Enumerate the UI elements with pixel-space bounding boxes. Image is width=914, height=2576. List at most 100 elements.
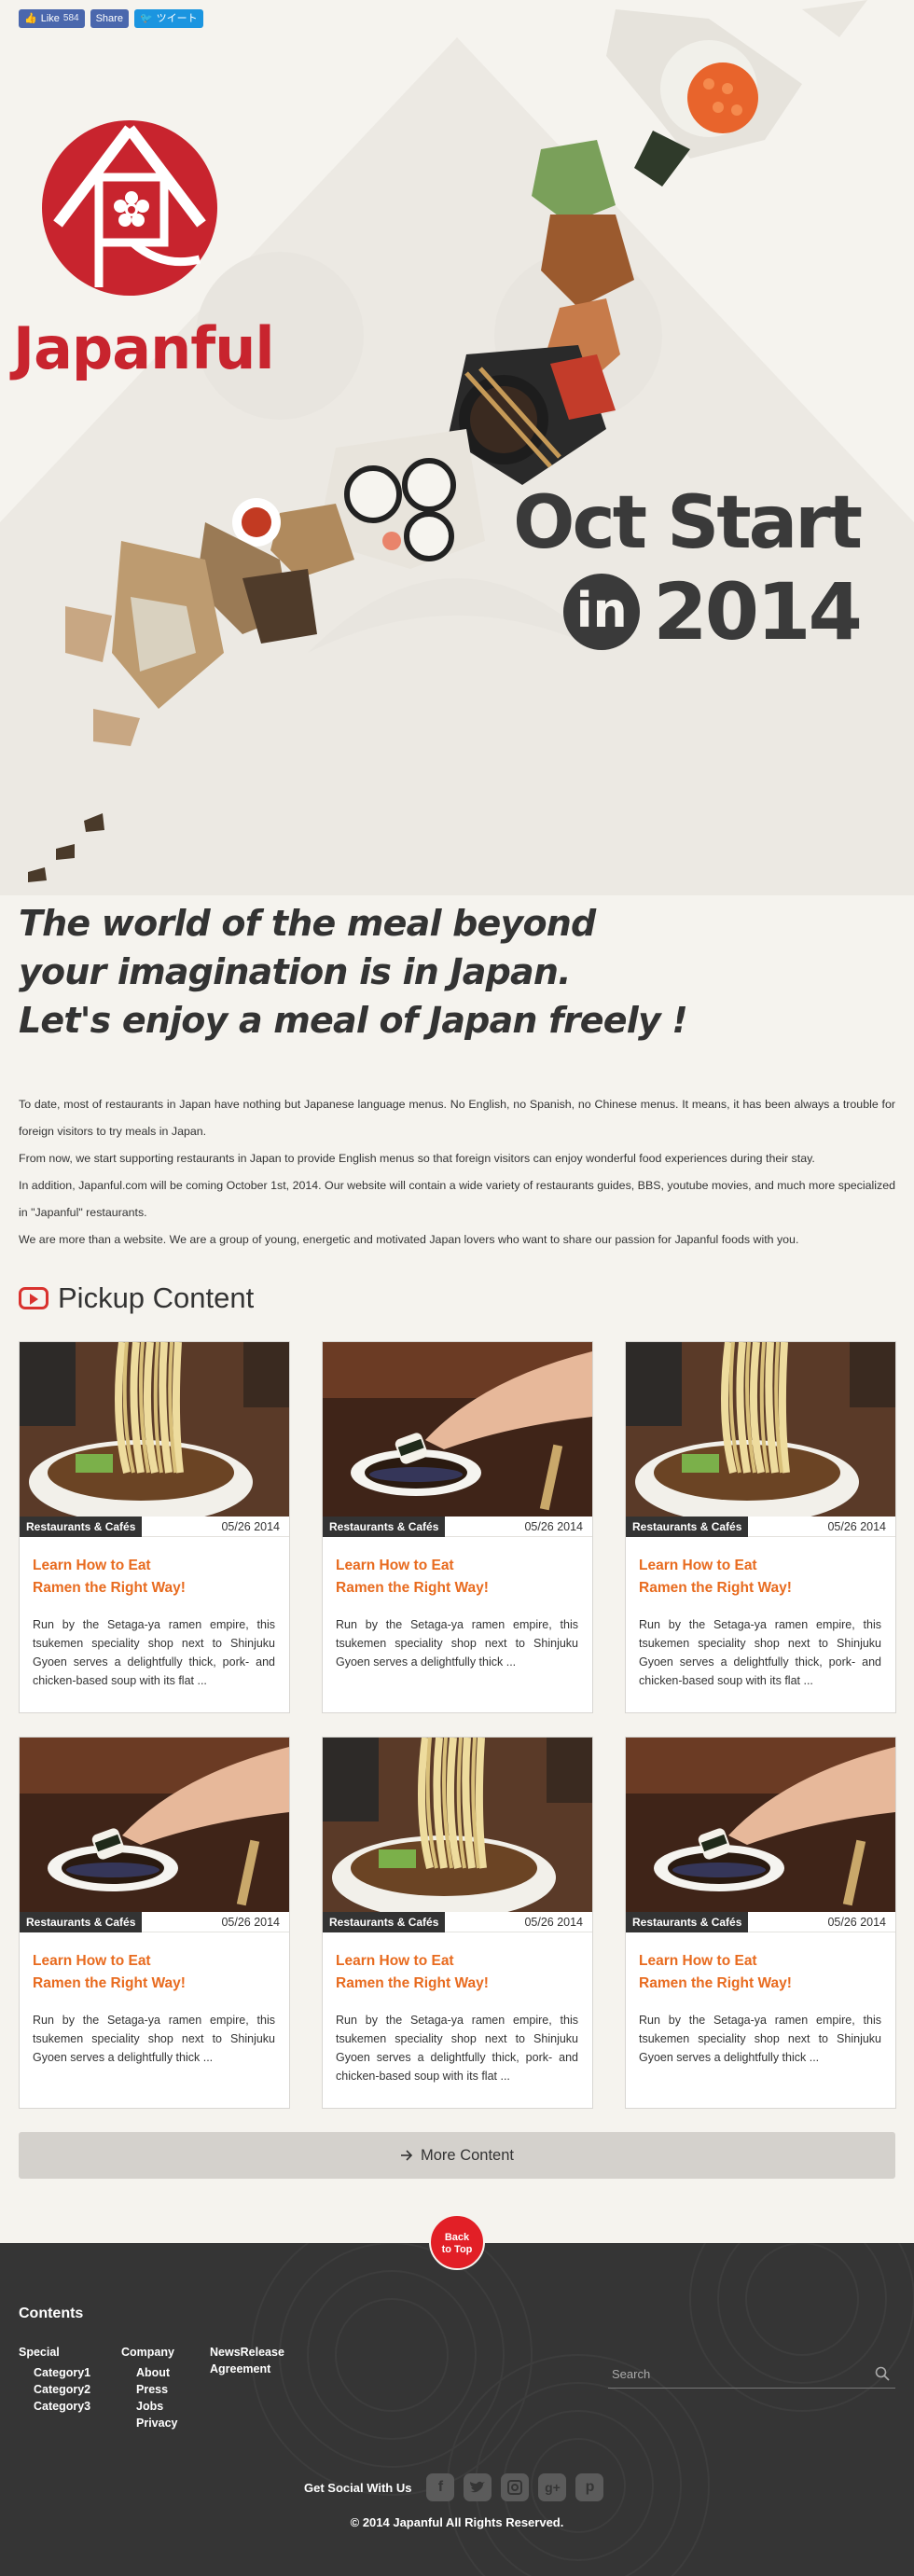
card-title-line: Ramen the Right Way! (639, 1580, 792, 1596)
tagline-line: your imagination is in Japan. (19, 951, 572, 992)
card-meta: Restaurants & Cafés 05/26 2014 (323, 1911, 592, 1932)
tweet-label: ツイート (156, 13, 198, 24)
footer-col-title[interactable]: Special (19, 2346, 90, 2359)
google-plus-icon[interactable]: g+ (538, 2473, 567, 2501)
card-excerpt: Run by the Setaga-ya ramen empire, this … (639, 2014, 881, 2064)
back-to-top-button[interactable]: Back to Top (429, 2214, 485, 2270)
launch-announcement: Oct Start in 2014 (513, 481, 863, 657)
card-meta: Restaurants & Cafés 05/26 2014 (626, 1516, 895, 1537)
instagram-icon[interactable] (501, 2473, 530, 2501)
card-title[interactable]: Learn How to Eat Ramen the Right Way! (33, 1950, 275, 1995)
card-date: 05/26 2014 (221, 1519, 280, 1533)
footer-col-title[interactable]: Company (121, 2346, 177, 2359)
tweet-button[interactable]: 🐦 ツイート (133, 9, 203, 28)
footer-contents-title: Contents (19, 2306, 84, 2321)
sushi-dipping-photo (626, 1738, 895, 1912)
card-image[interactable] (626, 1738, 895, 1912)
footer-link[interactable]: Jobs (136, 2398, 177, 2415)
search-icon[interactable] (875, 2366, 890, 2381)
card-image[interactable] (20, 1738, 289, 1912)
footer-link[interactable]: Agreement (210, 2362, 284, 2375)
card-title-line: Learn How to Eat (33, 1558, 151, 1573)
tagline: The world of the meal beyond your imagin… (19, 899, 727, 1045)
social-label: Get Social With Us (304, 2480, 412, 2495)
card-title-line: Learn How to Eat (336, 1953, 454, 1969)
card-title-line: Ramen the Right Way! (336, 1975, 489, 1991)
content-card[interactable]: Restaurants & Cafés 05/26 2014 Learn How t… (625, 1737, 896, 2109)
category-badge[interactable]: Restaurants & Cafés (323, 1911, 446, 1932)
search-input[interactable] (608, 2361, 860, 2387)
more-content-button[interactable]: More Content (19, 2132, 895, 2179)
play-video-icon (19, 1287, 48, 1309)
hokkaido-food (606, 0, 867, 187)
footer-link[interactable]: Press (136, 2381, 177, 2398)
category-badge[interactable]: Restaurants & Cafés (626, 1516, 749, 1537)
pickup-header: Pickup Content (19, 1281, 254, 1315)
like-count: 584 (62, 13, 79, 23)
card-title[interactable]: Learn How to Eat Ramen the Right Way! (33, 1555, 275, 1600)
category-badge[interactable]: Restaurants & Cafés (20, 1911, 143, 1932)
card-meta: Restaurants & Cafés 05/26 2014 (323, 1516, 592, 1537)
hero-section: 👍 Like 584 Share 🐦 ツイート Japanful Oct Sta… (0, 0, 914, 895)
japanful-logo[interactable]: Japanful (13, 119, 275, 382)
card-image[interactable] (20, 1342, 289, 1517)
intro-paragraph: From now, we start supporting restaurant… (19, 1152, 815, 1165)
twitter-bird-icon: 🐦 (139, 13, 153, 24)
intro-paragraph: We are more than a website. We are a gro… (19, 1233, 799, 1246)
pickup-title: Pickup Content (58, 1281, 255, 1314)
card-title-line: Learn How to Eat (639, 1953, 757, 1969)
content-card[interactable]: Restaurants & Cafés 05/26 2014 Learn How t… (322, 1737, 593, 2109)
arrow-right-icon (401, 2150, 413, 2161)
card-date: 05/26 2014 (524, 1915, 583, 1929)
tagline-line: The world of the meal beyond (19, 903, 596, 944)
pinterest-icon[interactable]: p (575, 2473, 604, 2501)
category-badge[interactable]: Restaurants & Cafés (20, 1516, 143, 1537)
footer-col-company: Company About Press Jobs Privacy (121, 2346, 177, 2431)
card-title[interactable]: Learn How to Eat Ramen the Right Way! (336, 1555, 578, 1600)
footer-link[interactable]: About (136, 2364, 177, 2381)
ramen-photo (626, 1342, 895, 1517)
sushi-dipping-photo (20, 1738, 289, 1912)
twitter-icon[interactable] (464, 2473, 492, 2501)
footer-link[interactable]: Category2 (34, 2381, 90, 2398)
footer-link[interactable]: Category3 (34, 2398, 90, 2415)
facebook-like-button[interactable]: 👍 Like 584 (19, 9, 85, 28)
card-excerpt: Run by the Setaga-ya ramen empire, this … (33, 1618, 275, 1687)
social-share-bar: 👍 Like 584 Share 🐦 ツイート (19, 9, 203, 28)
facebook-share-button[interactable]: Share (90, 9, 129, 28)
logo-emblem-icon (42, 120, 217, 296)
category-badge[interactable]: Restaurants & Cafés (323, 1516, 446, 1537)
card-image[interactable] (323, 1342, 592, 1517)
content-card[interactable]: Restaurants & Cafés 05/26 2014 Learn How t… (625, 1341, 896, 1713)
more-content-label: More Content (421, 2146, 514, 2164)
card-title-line: Learn How to Eat (336, 1558, 454, 1573)
back-to-top-label: to Top (441, 2244, 473, 2255)
card-meta: Restaurants & Cafés 05/26 2014 (20, 1911, 289, 1932)
content-card[interactable]: Restaurants & Cafés 05/26 2014 Learn How t… (322, 1341, 593, 1713)
footer-link[interactable]: Category1 (34, 2364, 90, 2381)
content-card[interactable]: Restaurants & Cafés 05/26 2014 Learn How t… (19, 1341, 290, 1713)
card-image[interactable] (626, 1342, 895, 1517)
card-title-line: Learn How to Eat (33, 1953, 151, 1969)
brand-wordmark: Japanful (13, 314, 275, 382)
card-title[interactable]: Learn How to Eat Ramen the Right Way! (639, 1950, 881, 1995)
content-card[interactable]: Restaurants & Cafés 05/26 2014 Learn How t… (19, 1737, 290, 2109)
card-title-line: Ramen the Right Way! (336, 1580, 489, 1596)
share-label: Share (95, 13, 123, 24)
tagline-line: Let's enjoy a meal of Japan freely ! (19, 1000, 688, 1041)
launch-headline: Oct Start (513, 481, 863, 565)
facebook-icon[interactable]: f (426, 2473, 455, 2501)
launch-year-row: in 2014 (513, 567, 863, 657)
thumbs-up-icon: 👍 (24, 13, 37, 24)
card-title[interactable]: Learn How to Eat Ramen the Right Way! (639, 1555, 881, 1600)
intro-text: To date, most of restaurants in Japan ha… (19, 1091, 895, 1253)
footer-col-title[interactable]: NewsRelease (210, 2346, 284, 2359)
in-badge: in (563, 574, 641, 650)
ramen-photo (20, 1342, 289, 1517)
footer-link[interactable]: Privacy (136, 2415, 177, 2431)
card-title-line: Learn How to Eat (639, 1558, 757, 1573)
card-title[interactable]: Learn How to Eat Ramen the Right Way! (336, 1950, 578, 1995)
category-badge[interactable]: Restaurants & Cafés (626, 1911, 749, 1932)
card-title-line: Ramen the Right Way! (639, 1975, 792, 1991)
card-image[interactable] (323, 1738, 592, 1912)
